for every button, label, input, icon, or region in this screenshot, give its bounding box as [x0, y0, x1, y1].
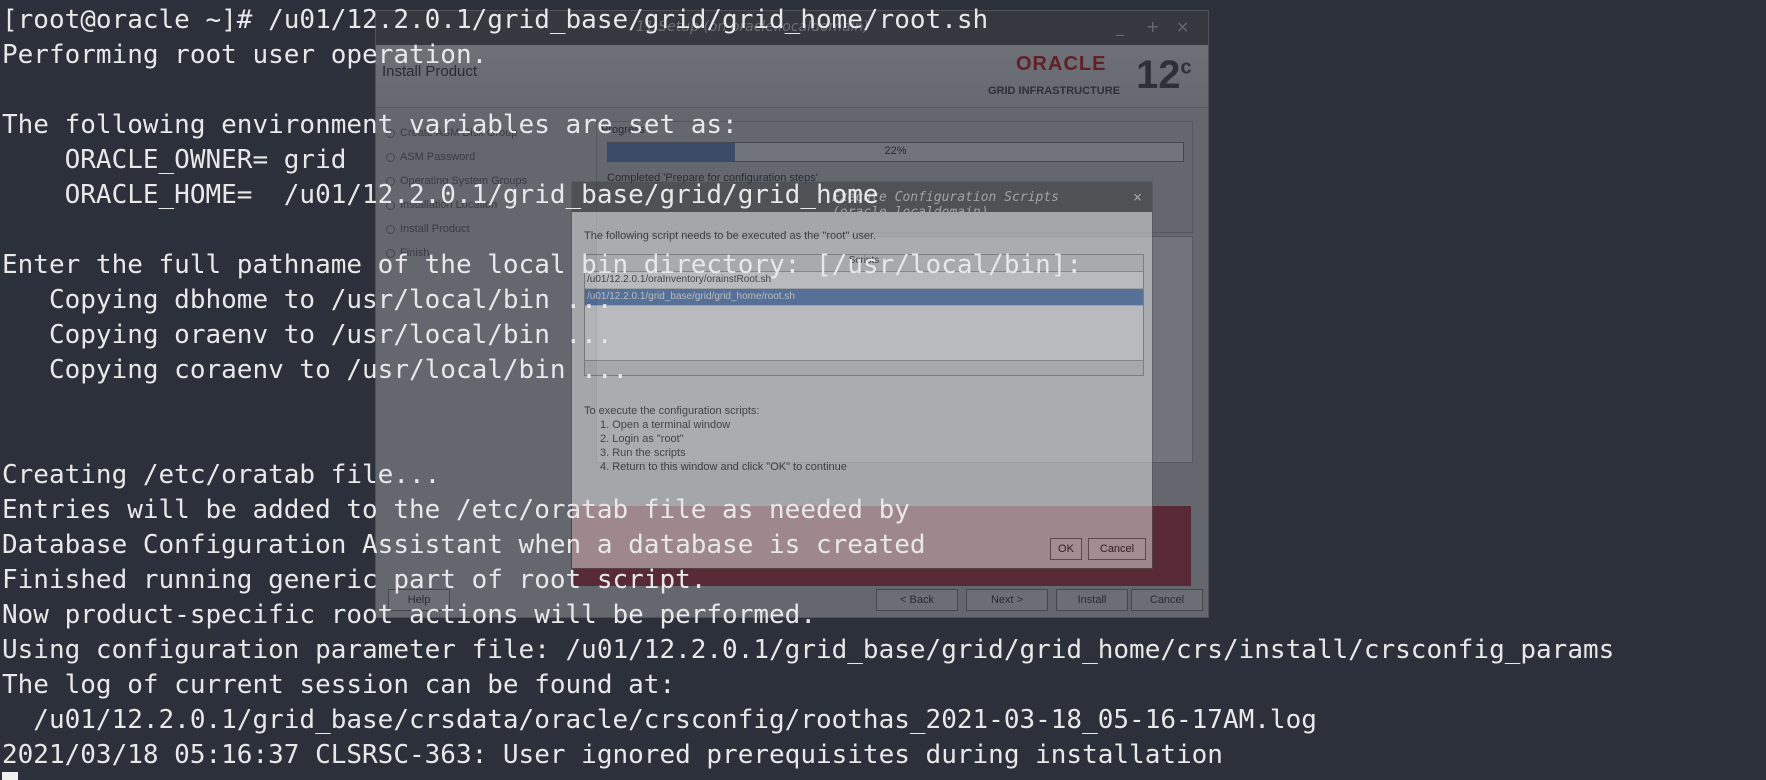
terminal-line: [root@oracle ~]# /u01/12.2.0.1/grid_base… [2, 5, 989, 35]
terminal-cursor [2, 772, 18, 780]
terminal-line: Database Configuration Assistant when a … [2, 530, 926, 560]
terminal-line: Copying dbhome to /usr/local/bin ... [2, 285, 613, 315]
terminal-line: /u01/12.2.0.1/grid_base/crsdata/oracle/c… [2, 705, 1317, 735]
terminal-line: ORACLE_HOME= /u01/12.2.0.1/grid_base/gri… [2, 180, 879, 210]
terminal-output[interactable]: [root@oracle ~]# /u01/12.2.0.1/grid_base… [2, 3, 1614, 773]
terminal-line: The log of current session can be found … [2, 670, 676, 700]
terminal-line: Now product-specific root actions will b… [2, 600, 816, 630]
terminal-line: ORACLE_OWNER= grid [2, 145, 347, 175]
terminal-line: Creating /etc/oratab file... [2, 460, 441, 490]
terminal-line: Enter the full pathname of the local bin… [2, 250, 1083, 280]
terminal-line: Copying oraenv to /usr/local/bin ... [2, 320, 613, 350]
terminal-line: Performing root user operation. [2, 40, 488, 70]
terminal-line: The following environment variables are … [2, 110, 738, 140]
terminal-line: Copying coraenv to /usr/local/bin ... [2, 355, 629, 385]
terminal-line: Entries will be added to the /etc/oratab… [2, 495, 910, 525]
terminal-line: Using configuration parameter file: /u01… [2, 635, 1615, 665]
terminal-line: 2021/03/18 05:16:37 CLSRSC-363: User ign… [2, 740, 1223, 770]
terminal-line: Finished running generic part of root sc… [2, 565, 707, 595]
